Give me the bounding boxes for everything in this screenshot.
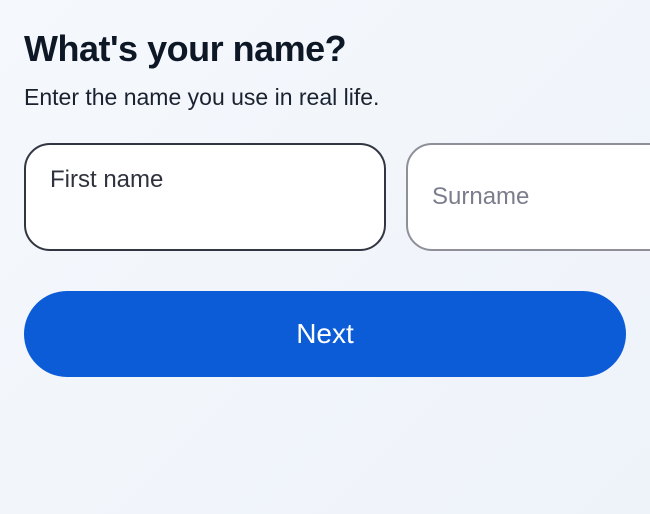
page-subtitle: Enter the name you use in real life. (24, 84, 626, 111)
name-input-row (24, 143, 626, 251)
next-button[interactable]: Next (24, 291, 626, 377)
surname-field[interactable] (406, 143, 650, 251)
first-name-field[interactable] (24, 143, 386, 251)
page-title: What's your name? (24, 28, 626, 70)
